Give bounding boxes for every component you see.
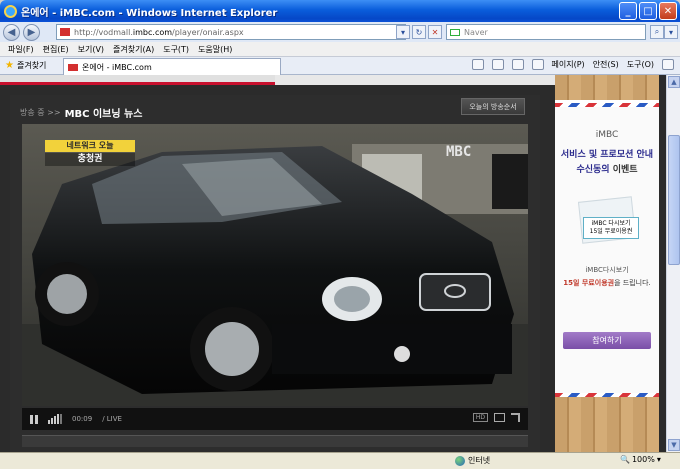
favorites-label: 즐겨찾기 — [16, 61, 47, 70]
maximize-button[interactable]: □ — [639, 2, 657, 20]
coupon-illustration: iMBC 다시보기 15일 무료이용권 — [577, 195, 639, 249]
security-zone: 인터넷 — [455, 455, 490, 466]
ad-desc-line1: iMBC다시보기 — [585, 266, 629, 274]
ad-desc-highlight: 15일 무료이용권 — [563, 279, 615, 287]
home-icon[interactable] — [471, 59, 484, 70]
video-scene — [22, 124, 528, 406]
zoom-level: 100% — [631, 455, 655, 464]
title-bar: 온에어 - iMBC.com - Windows Internet Explor… — [0, 0, 680, 22]
safety-menu[interactable]: 안전(S) — [593, 59, 619, 70]
coupon-line1: iMBC 다시보기 — [591, 220, 631, 227]
tab-active[interactable]: 온에어 - iMBC.com — [63, 58, 281, 75]
channel-logo: MBC — [446, 144, 472, 160]
search-icon[interactable]: ⌕ — [650, 25, 664, 39]
stop-icon[interactable]: ✕ — [428, 25, 442, 39]
back-button[interactable]: ◀ — [3, 23, 20, 41]
participate-button[interactable]: 참여하기 — [563, 332, 651, 349]
tab-title: 온에어 - iMBC.com — [82, 62, 152, 72]
scroll-up-icon[interactable]: ▲ — [668, 76, 680, 88]
command-bar: 페이지(P) 안전(S) 도구(O) — [471, 59, 674, 70]
overlay-tag: 네트워크 오늘 — [45, 140, 135, 152]
zoom-control[interactable]: 🔍 100% ▾ — [620, 455, 661, 464]
site-header-strip — [0, 75, 275, 85]
site-header-strip-right — [275, 75, 555, 85]
window-title: 온에어 - iMBC.com - Windows Internet Explor… — [21, 7, 278, 19]
help-icon[interactable] — [662, 59, 674, 70]
playback-time: 00:09 — [72, 415, 93, 423]
window-controls: _ □ ✕ — [619, 2, 677, 20]
live-label: / LIVE — [102, 415, 122, 423]
hd-toggle[interactable]: HD — [472, 413, 488, 422]
mail-icon[interactable] — [511, 59, 524, 70]
search-input[interactable]: Naver — [446, 24, 646, 40]
menu-bar: 파일(F) 편집(E) 보기(V) 즐겨찾기(A) 도구(T) 도움말(H) — [0, 42, 680, 57]
globe-icon — [455, 455, 465, 466]
wood-border-top — [555, 75, 659, 100]
ad-brand: iMBC — [595, 130, 619, 140]
volume-icon[interactable] — [48, 414, 62, 424]
ad-subheadline: 수신동의 이벤트 — [555, 162, 659, 175]
favorites-bar: ★ 즐겨찾기 온에어 - iMBC.com 페이지(P) 안전(S) 도구(O) — [0, 57, 680, 75]
ad-desc-line2: 15일 무료이용권을 드립니다. — [555, 278, 659, 288]
zone-label: 인터넷 — [468, 456, 491, 465]
zoom-icon: 🔍 — [620, 455, 630, 464]
video-controls: 00:09 / LIVE HD — [22, 408, 528, 430]
menu-tools[interactable]: 도구(T) — [163, 44, 189, 55]
vertical-scrollbar[interactable]: ▲ ▼ — [666, 75, 680, 452]
tools-menu[interactable]: 도구(O) — [627, 59, 654, 70]
player-area: 방송 중 >> MBC 이브닝 뉴스 오늘의 방송순서 네트워크 오늘 충청권 … — [10, 95, 540, 452]
menu-file[interactable]: 파일(F) — [8, 44, 34, 55]
coupon-ticket: iMBC 다시보기 15일 무료이용권 — [583, 217, 639, 239]
player-lower-panel — [22, 435, 528, 447]
ad-headline: 서비스 및 프로모션 안내 — [560, 150, 654, 160]
menu-view[interactable]: 보기(V) — [78, 44, 104, 55]
breadcrumb-section: 방송 중 >> — [20, 108, 61, 117]
fullscreen-icon[interactable] — [511, 413, 520, 422]
status-bar: 인터넷 🔍 100% ▾ — [0, 452, 680, 469]
site-favicon-icon — [60, 28, 70, 36]
menu-help[interactable]: 도움말(H) — [198, 44, 232, 55]
minimize-button[interactable]: _ — [619, 2, 637, 20]
ad-desc-rest: 을 드립니다. — [614, 279, 651, 287]
url-domain: imbc.com — [132, 27, 173, 37]
coupon-line2: 15일 무료이용권 — [589, 228, 633, 235]
refresh-icon[interactable]: ↻ — [412, 25, 426, 39]
print-icon[interactable] — [531, 59, 544, 70]
ie-icon — [4, 4, 17, 18]
wood-border-bottom — [555, 397, 659, 452]
breadcrumb: 방송 중 >> MBC 이브닝 뉴스 — [20, 105, 142, 120]
scroll-down-icon[interactable]: ▼ — [668, 439, 680, 451]
search-placeholder: Naver — [464, 27, 488, 37]
zoom-dropdown-icon: ▾ — [656, 455, 661, 464]
program-title: MBC 이브닝 뉴스 — [64, 109, 143, 120]
url-input[interactable]: http://vodmall. imbc.com/player/onair.asp… — [56, 24, 406, 40]
tab-favicon-icon — [68, 63, 78, 71]
search-provider-icon — [450, 28, 460, 36]
video-frame[interactable]: 네트워크 오늘 충청권 MBC — [22, 124, 528, 406]
controls-right: HD — [472, 413, 520, 422]
page-menu[interactable]: 페이지(P) — [552, 59, 585, 70]
url-dropdown-icon[interactable]: ▾ — [396, 25, 410, 39]
overlay-region: 충청권 — [45, 153, 135, 166]
pause-icon[interactable] — [30, 414, 38, 424]
side-ad-banner[interactable]: iMBC 서비스 및 프로모션 안내 수신동의 이벤트 iMBC 다시보기 15… — [555, 75, 659, 452]
scroll-thumb[interactable] — [668, 135, 680, 265]
url-prefix: http://vodmall. — [74, 27, 133, 37]
close-button[interactable]: ✕ — [659, 2, 677, 20]
favorites-button[interactable]: ★ 즐겨찾기 — [5, 60, 46, 71]
menu-edit[interactable]: 편집(E) — [43, 44, 69, 55]
schedule-button[interactable]: 오늘의 방송순서 — [461, 98, 525, 115]
page-viewport: 방송 중 >> MBC 이브닝 뉴스 오늘의 방송순서 네트워크 오늘 충청권 … — [0, 75, 666, 452]
menu-favorites[interactable]: 즐겨찾기(A) — [113, 44, 154, 55]
address-bar: ◀ ▶ http://vodmall. imbc.com/player/onair… — [0, 22, 680, 42]
forward-button[interactable]: ▶ — [23, 23, 40, 41]
ad-subheadline-highlight: 수신동의 — [576, 165, 610, 175]
search-options-icon[interactable]: ▾ — [664, 25, 678, 39]
ad-subheadline-rest: 이벤트 — [609, 165, 638, 175]
widescreen-icon[interactable] — [494, 413, 505, 422]
feeds-icon[interactable] — [491, 59, 504, 70]
airmail-stripe-top — [555, 103, 659, 107]
url-suffix: /player/onair.aspx — [172, 27, 244, 37]
star-icon: ★ — [5, 60, 14, 71]
